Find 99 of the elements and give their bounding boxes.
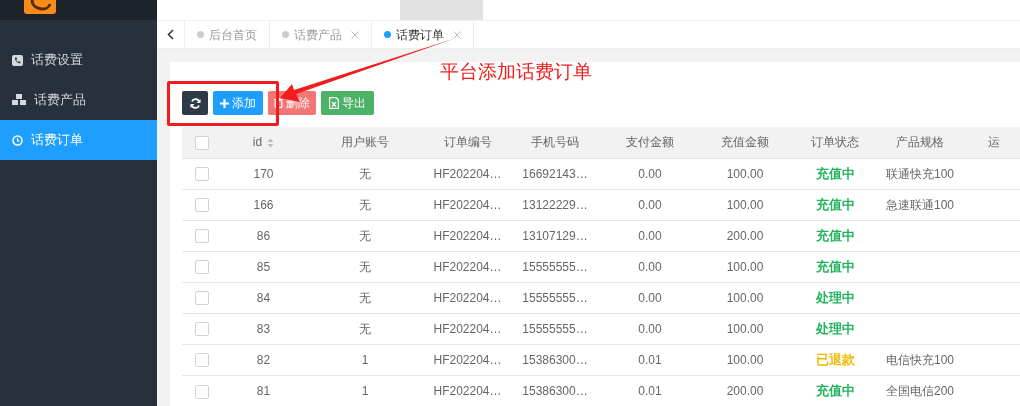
sidebar-item[interactable]: 话费产品 (0, 80, 157, 120)
table-cell: 100.00 (726, 321, 764, 336)
table-cell: HF202204… (433, 197, 502, 212)
status-text: 处理中 (815, 320, 855, 336)
table-cell: HF202204… (433, 259, 502, 274)
table-cell: 15555555… (522, 321, 588, 336)
table-cell: 0.00 (638, 166, 662, 181)
column-header: 订单状态 (811, 135, 859, 150)
column-header: 用户账号 (341, 135, 389, 150)
table-cell: 无 (359, 259, 371, 274)
table-cell: 无 (359, 321, 371, 336)
table-cell: 81 (256, 383, 271, 398)
row-checkbox[interactable] (195, 291, 209, 306)
table-cell: HF202204… (433, 290, 502, 305)
column-header: 订单编号 (443, 135, 492, 150)
row-checkbox[interactable] (195, 384, 209, 399)
table-cell: 1 (361, 352, 369, 367)
table-cell: 166 (253, 197, 274, 212)
table-cell: 0.01 (638, 383, 662, 398)
table-cell: 0.01 (638, 352, 662, 367)
table-cell: HF202204… (433, 166, 502, 181)
row-checkbox[interactable] (195, 353, 209, 368)
tab[interactable]: 后台首页 (185, 21, 270, 48)
annotation-text: 平台添加话费订单 (440, 60, 592, 84)
clock-icon (12, 134, 23, 146)
row-checkbox[interactable] (195, 260, 209, 275)
row-checkbox[interactable] (195, 167, 209, 182)
table-cell: 200.00 (726, 383, 764, 398)
table-cell: 0.00 (638, 321, 662, 336)
export-button[interactable]: 导出 (321, 91, 374, 115)
table-cell: 15386300… (522, 383, 588, 398)
table-cell: 16692143… (522, 166, 588, 181)
table-cell: 100.00 (726, 166, 764, 181)
sidebar-item[interactable]: 话费订单 (0, 120, 157, 160)
spreadsheet-icon (329, 97, 339, 109)
table-cell: 100.00 (726, 290, 764, 305)
table-cell: 无 (359, 197, 371, 212)
table-cell: 200.00 (726, 228, 764, 243)
table-cell: 无 (359, 290, 371, 305)
column-header: 产品规格 (896, 135, 944, 150)
phone-icon (12, 54, 23, 66)
plus-icon (220, 98, 229, 108)
refresh-icon (189, 97, 201, 109)
table-cell: 85 (256, 259, 271, 274)
status-text: 处理中 (815, 289, 855, 305)
row-checkbox[interactable] (195, 198, 209, 213)
status-text: 充值中 (815, 227, 855, 243)
column-header: 手机号码 (531, 135, 579, 150)
close-icon[interactable] (351, 30, 359, 39)
sort-icon[interactable] (267, 138, 275, 149)
column-header: 运 (988, 135, 1000, 150)
column-header: 充值金额 (721, 135, 769, 150)
tab[interactable]: 话费产品 (270, 21, 372, 48)
table-cell: 86 (256, 228, 271, 243)
select-all-checkbox[interactable] (195, 136, 209, 151)
close-icon[interactable] (453, 30, 461, 39)
table-cell: 急速联通100 (886, 197, 954, 212)
table-cell: 100.00 (726, 259, 764, 274)
table-cell: HF202204… (433, 352, 502, 367)
status-text: 充值中 (815, 165, 855, 181)
table-cell: 无 (359, 228, 371, 243)
chevron-left-icon (167, 29, 174, 40)
status-text: 充值中 (815, 196, 855, 212)
table-cell: 83 (256, 321, 271, 336)
table-cell: 1 (361, 383, 369, 398)
status-text: 充值中 (815, 258, 855, 274)
cubes-icon (12, 94, 26, 106)
table-cell: 15555555… (522, 259, 588, 274)
table-cell: 82 (256, 352, 271, 367)
nav-item[interactable] (400, 0, 483, 20)
table-cell: 15386300… (522, 352, 588, 367)
table-cell: 100.00 (726, 197, 764, 212)
table-cell: HF202204… (433, 228, 502, 243)
table-cell: 170 (253, 166, 274, 181)
column-header: 支付金额 (626, 135, 674, 150)
status-text: 已退款 (815, 351, 855, 367)
column-header[interactable]: id (252, 135, 263, 150)
status-text: 充值中 (815, 383, 855, 398)
table-cell: 13107129… (522, 228, 588, 243)
table-cell: 电信快充100 (886, 352, 954, 367)
table-cell: 联通快充100 (886, 166, 954, 181)
row-checkbox[interactable] (195, 322, 209, 337)
table-cell: 0.00 (638, 290, 662, 305)
table-cell: 15555555… (522, 290, 588, 305)
table-cell: 全国电信200 (886, 383, 954, 398)
table-cell: 84 (256, 290, 271, 305)
table-cell: HF202204… (433, 383, 502, 398)
table-cell: 无 (359, 166, 371, 181)
logo-icon (24, 0, 56, 14)
table-cell: 0.00 (638, 259, 662, 274)
refresh-button[interactable] (182, 91, 208, 115)
row-checkbox[interactable] (195, 229, 209, 244)
table-cell: 0.00 (638, 228, 662, 243)
table-cell: 0.00 (638, 197, 662, 212)
add-button[interactable]: 添加 (213, 91, 263, 115)
table-cell: 13122229… (522, 197, 588, 212)
table-cell: 100.00 (726, 352, 764, 367)
sidebar-item[interactable]: 话费设置 (0, 40, 157, 80)
table-cell: HF202204… (433, 321, 502, 336)
